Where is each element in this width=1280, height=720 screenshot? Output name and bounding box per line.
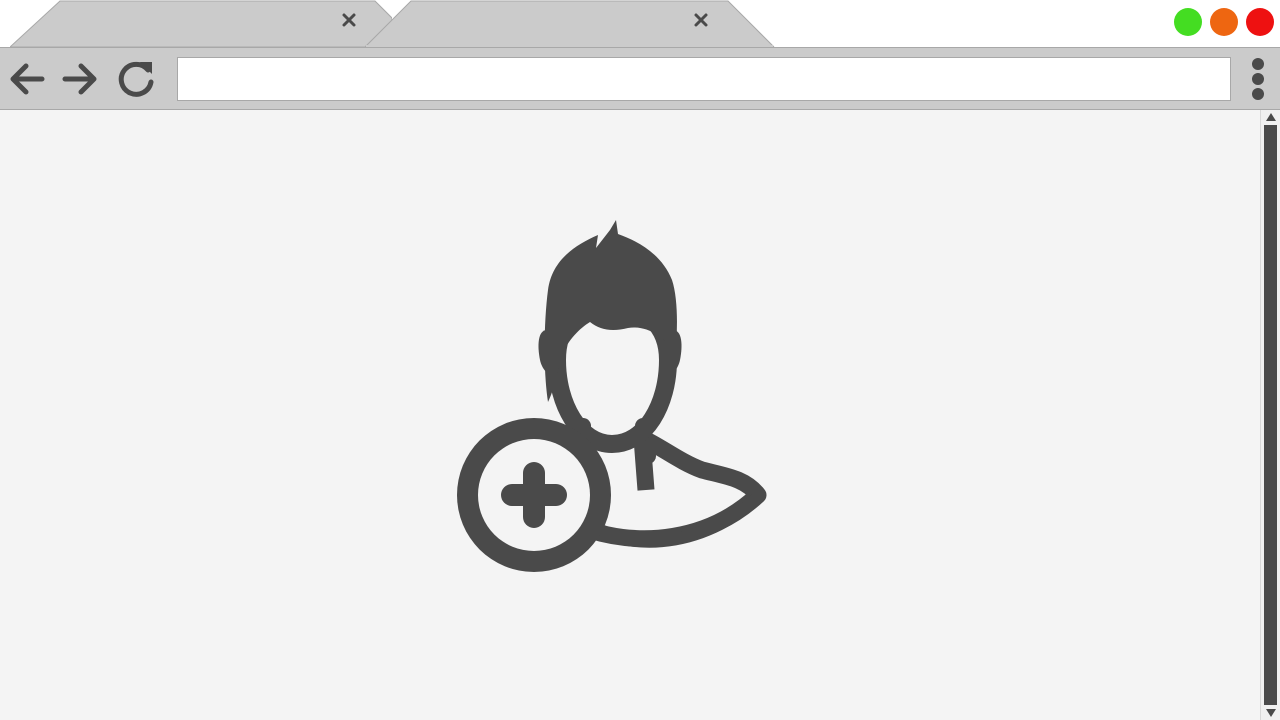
maximize-button[interactable] bbox=[1174, 8, 1202, 36]
address-bar[interactable] bbox=[177, 57, 1231, 101]
reload-button[interactable] bbox=[113, 56, 159, 102]
tab-1[interactable] bbox=[10, 0, 392, 47]
toolbar bbox=[0, 47, 1280, 110]
tab-2[interactable] bbox=[365, 0, 775, 48]
add-user-icon bbox=[440, 220, 780, 595]
more-vertical-icon[interactable] bbox=[1244, 56, 1272, 102]
reload-icon bbox=[118, 61, 154, 97]
vertical-scrollbar[interactable] bbox=[1260, 110, 1280, 720]
minimize-button[interactable] bbox=[1210, 8, 1238, 36]
arrow-left-icon bbox=[10, 63, 45, 95]
scroll-down-arrow-icon[interactable] bbox=[1265, 708, 1277, 718]
menu-dot bbox=[1252, 73, 1264, 85]
menu-dot bbox=[1252, 58, 1264, 70]
menu-dot bbox=[1252, 88, 1264, 100]
close-window-button[interactable] bbox=[1246, 8, 1274, 36]
scroll-up-arrow-icon[interactable] bbox=[1265, 112, 1277, 122]
window-controls bbox=[1174, 8, 1274, 36]
tab-strip bbox=[0, 0, 1280, 48]
browser-window bbox=[0, 0, 1280, 720]
close-icon[interactable] bbox=[693, 12, 711, 30]
page-viewport bbox=[0, 110, 1260, 720]
scrollbar-thumb[interactable] bbox=[1264, 125, 1277, 705]
arrow-right-icon bbox=[62, 63, 97, 95]
close-icon[interactable] bbox=[341, 12, 359, 30]
back-button[interactable] bbox=[4, 56, 50, 102]
forward-button[interactable] bbox=[57, 56, 103, 102]
